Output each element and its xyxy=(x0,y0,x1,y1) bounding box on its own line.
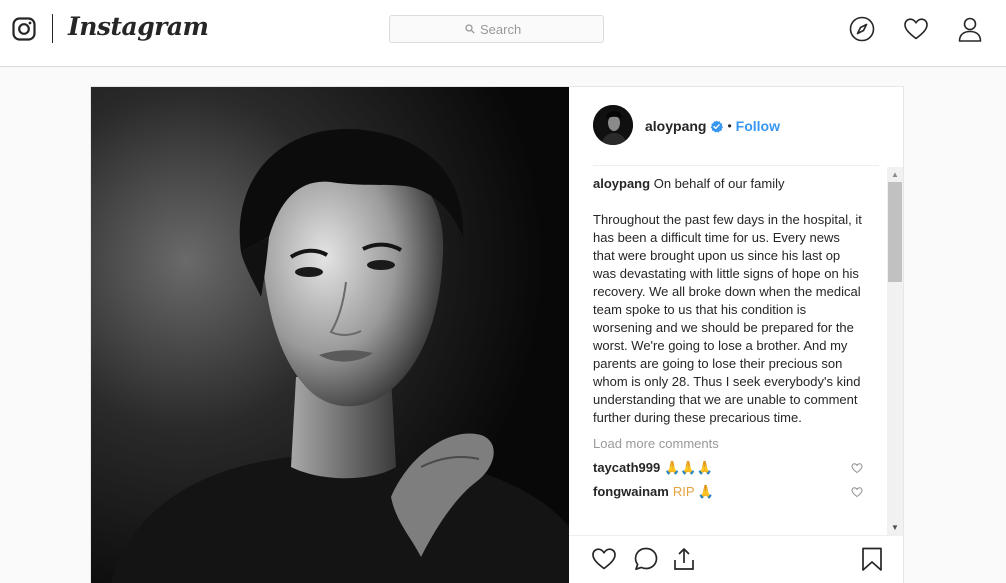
avatar[interactable] xyxy=(593,105,633,145)
comments-scrollbar[interactable]: ▲ ▼ xyxy=(887,167,903,535)
comment-icon[interactable] xyxy=(633,546,659,572)
comment-like-heart-icon[interactable] xyxy=(851,462,863,474)
profile-icon[interactable] xyxy=(957,16,983,42)
caption-first-line-text: On behalf of our family xyxy=(653,176,785,191)
verified-badge-icon xyxy=(711,119,724,133)
avatar-image xyxy=(593,105,633,145)
post-actions-bar xyxy=(569,535,904,583)
portrait-photo-illustration xyxy=(91,87,569,583)
scroll-down-arrow-icon[interactable]: ▼ xyxy=(891,523,899,532)
search-input[interactable] xyxy=(480,21,528,37)
top-navigation-bar: Instagram xyxy=(0,0,1006,67)
scroll-up-arrow-icon[interactable]: ▲ xyxy=(891,170,899,179)
comment-username[interactable]: taycath999 xyxy=(593,459,660,477)
logo-divider xyxy=(52,14,53,43)
bookmark-icon[interactable] xyxy=(859,546,885,572)
load-more-comments-link[interactable]: Load more comments xyxy=(593,435,863,453)
comment-like-heart-icon[interactable] xyxy=(851,486,863,498)
follow-button[interactable]: Follow xyxy=(736,118,780,134)
post-sidebar: aloypang • Follow aloypang On behalf of … xyxy=(569,87,904,583)
heart-icon[interactable] xyxy=(903,16,929,42)
like-heart-icon[interactable] xyxy=(591,546,617,572)
author-info: aloypang • Follow xyxy=(645,118,780,134)
author-username[interactable]: aloypang xyxy=(645,118,706,134)
compass-icon[interactable] xyxy=(849,16,875,42)
caption-username[interactable]: aloypang xyxy=(593,176,650,191)
comment-row: taycath999 🙏🙏🙏 xyxy=(593,459,863,477)
caption-body: Throughout the past few days in the hosp… xyxy=(593,212,862,425)
comment-row: fongwainam RIP 🙏 xyxy=(593,483,863,501)
post-photo[interactable] xyxy=(91,87,569,583)
search-box[interactable] xyxy=(389,15,604,43)
comment-username[interactable]: fongwainam xyxy=(593,483,669,501)
post-card: aloypang • Follow aloypang On behalf of … xyxy=(90,86,904,583)
instagram-wordmark[interactable]: Instagram xyxy=(68,12,209,41)
caption-first-line: aloypang On behalf of our family xyxy=(593,175,863,193)
share-icon[interactable] xyxy=(671,546,697,572)
comments-panel[interactable]: aloypang On behalf of our family Through… xyxy=(593,175,863,535)
comment-text: RIP 🙏 xyxy=(672,484,715,499)
search-icon xyxy=(465,24,475,34)
scroll-thumb[interactable] xyxy=(888,182,902,282)
comment-text: 🙏🙏🙏 xyxy=(664,460,713,475)
separator-dot: • xyxy=(727,119,732,133)
post-header: aloypang • Follow xyxy=(593,105,879,166)
instagram-glyph-icon[interactable] xyxy=(12,17,36,41)
